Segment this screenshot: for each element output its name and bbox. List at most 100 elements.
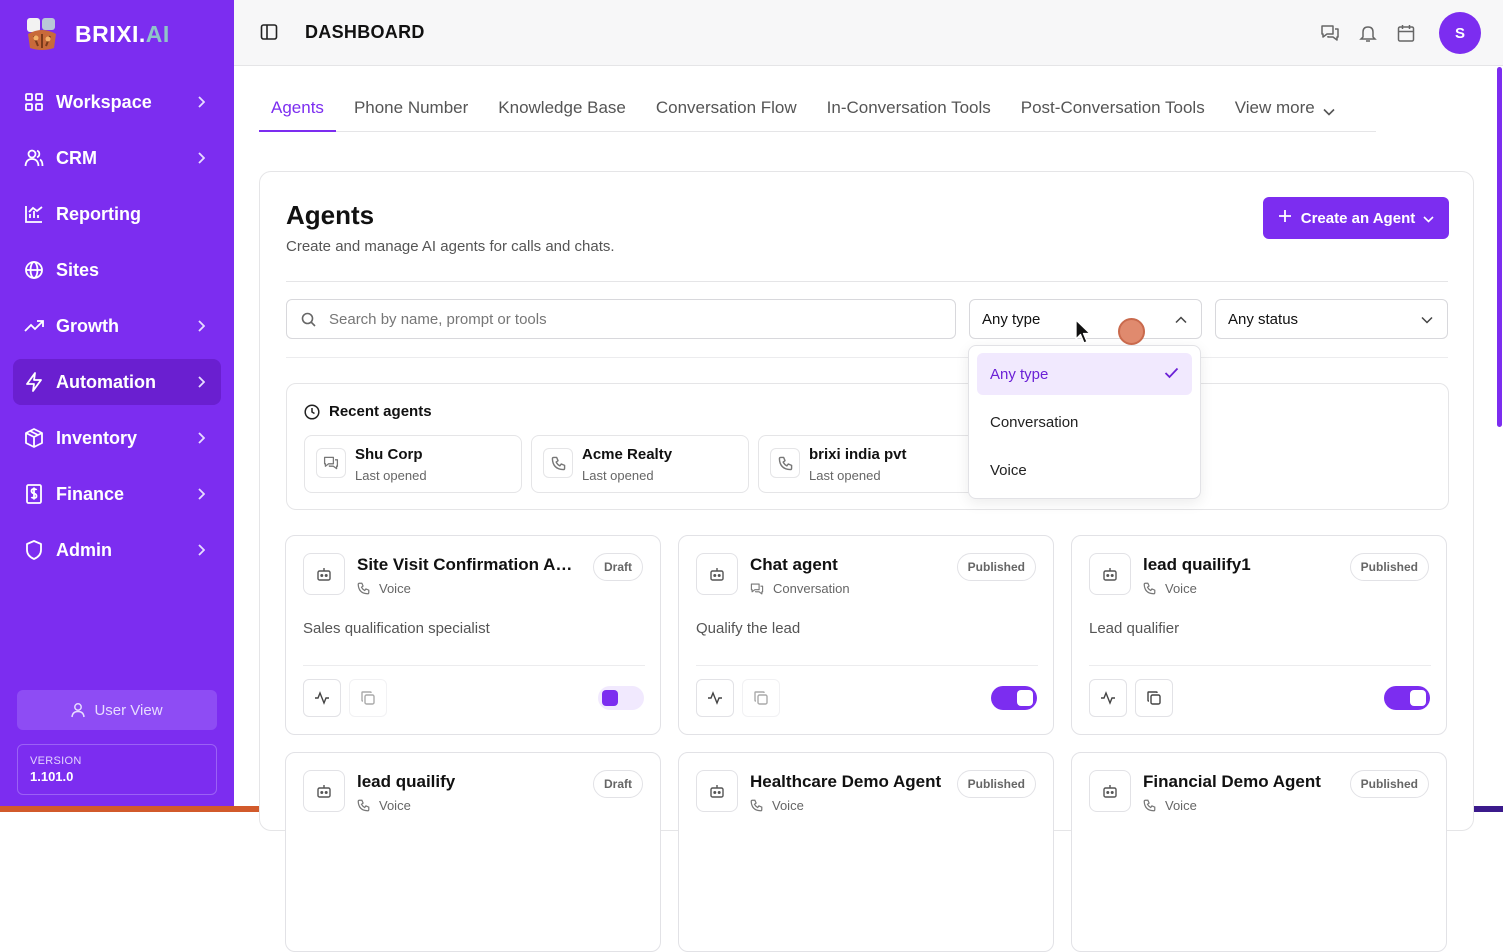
agent-card[interactable]: lead quailify Voice Draft bbox=[285, 752, 661, 952]
agent-type: Voice bbox=[1143, 798, 1197, 813]
sidebar-item-admin[interactable]: Admin bbox=[13, 527, 221, 573]
tab-conversation-flow[interactable]: Conversation Flow bbox=[644, 88, 809, 132]
section-title: Agents bbox=[286, 200, 375, 230]
agent-type: Voice bbox=[750, 798, 804, 813]
recent-agent-card[interactable]: Shu Corp Last opened bbox=[304, 435, 522, 493]
sidebar-item-reporting[interactable]: Reporting bbox=[13, 191, 221, 237]
user-view-button[interactable]: User View bbox=[17, 690, 217, 730]
sidebar-item-label: Automation bbox=[56, 371, 156, 392]
analytics-button[interactable] bbox=[696, 679, 734, 717]
chart-icon bbox=[23, 203, 45, 225]
grid-icon bbox=[23, 91, 45, 113]
chevron-right-icon bbox=[191, 96, 211, 108]
section-subtitle: Create and manage AI agents for calls an… bbox=[286, 238, 615, 255]
chevron-right-icon bbox=[191, 376, 211, 388]
sidebar-item-label: CRM bbox=[56, 147, 97, 168]
tab-knowledge-base[interactable]: Knowledge Base bbox=[486, 88, 638, 132]
user-icon bbox=[71, 703, 86, 718]
dropdown-option-voice[interactable]: Voice bbox=[977, 449, 1192, 491]
tab-view-more[interactable]: View more bbox=[1223, 88, 1347, 132]
copy-icon bbox=[1147, 691, 1161, 705]
analytics-button[interactable] bbox=[303, 679, 341, 717]
agent-enable-toggle[interactable] bbox=[1384, 686, 1430, 710]
activity-icon bbox=[1101, 691, 1115, 705]
status-badge: Published bbox=[1349, 553, 1429, 581]
page-title: DASHBOARD bbox=[305, 22, 425, 42]
click-indicator bbox=[1118, 318, 1145, 345]
mouse-cursor-icon bbox=[1075, 319, 1093, 350]
sidebar-item-workspace[interactable]: Workspace bbox=[13, 79, 221, 125]
bell-icon[interactable] bbox=[1349, 12, 1387, 54]
analytics-button[interactable] bbox=[1089, 679, 1127, 717]
agent-enable-toggle[interactable] bbox=[598, 686, 644, 710]
agent-card[interactable]: Financial Demo Agent Voice Published bbox=[1071, 752, 1447, 952]
plus-icon bbox=[1278, 209, 1292, 227]
sidebar-item-label: Inventory bbox=[56, 427, 138, 448]
sidebar-item-growth[interactable]: Growth bbox=[13, 303, 221, 349]
create-agent-button[interactable]: Create an Agent bbox=[1263, 197, 1449, 239]
dropdown-option-conversation[interactable]: Conversation bbox=[977, 401, 1192, 443]
brand-logo[interactable]: BRIXI.AI bbox=[24, 16, 170, 52]
avatar[interactable]: S bbox=[1439, 12, 1481, 54]
agent-card[interactable]: Chat agent Conversation Published Qualif… bbox=[678, 535, 1054, 735]
tab-agents[interactable]: Agents bbox=[259, 88, 336, 132]
chevron-down-icon bbox=[1423, 210, 1434, 227]
calendar-icon[interactable] bbox=[1387, 12, 1425, 54]
search-icon bbox=[301, 312, 316, 327]
activity-icon bbox=[708, 691, 722, 705]
tab-view-more-label: View more bbox=[1234, 98, 1315, 117]
recent-agent-sub: Last opened bbox=[355, 468, 427, 483]
recent-agent-card[interactable]: Acme Realty Last opened bbox=[531, 435, 749, 493]
recent-agent-card[interactable]: brixi india pvt Last opened bbox=[758, 435, 976, 493]
search-input[interactable] bbox=[329, 310, 889, 328]
bolt-icon bbox=[23, 371, 45, 393]
tab-phone-number[interactable]: Phone Number bbox=[342, 88, 480, 132]
recent-agent-sub: Last opened bbox=[582, 468, 654, 483]
agent-description: Qualify the lead bbox=[696, 620, 801, 637]
duplicate-button[interactable] bbox=[1135, 679, 1173, 717]
status-badge: Draft bbox=[592, 770, 643, 798]
chevron-right-icon bbox=[191, 320, 211, 332]
version-box: VERSION 1.101.0 bbox=[17, 744, 217, 795]
agent-description: Lead qualifier bbox=[1089, 620, 1180, 637]
tab-in-conversation-tools[interactable]: In-Conversation Tools bbox=[815, 88, 1003, 132]
trend-icon bbox=[23, 315, 45, 337]
sidebar-item-label: Reporting bbox=[56, 203, 141, 224]
agent-card[interactable]: Healthcare Demo Agent Voice Published bbox=[678, 752, 1054, 952]
search-box[interactable] bbox=[286, 299, 956, 339]
agent-description: Sales qualification specialist bbox=[303, 620, 490, 637]
agent-enable-toggle[interactable] bbox=[991, 686, 1037, 710]
sidebar-item-inventory[interactable]: Inventory bbox=[13, 415, 221, 461]
agent-name: lead quailify bbox=[357, 772, 456, 791]
chevron-down-icon bbox=[1323, 101, 1335, 121]
status-filter-select[interactable]: Any status bbox=[1215, 299, 1448, 339]
status-badge: Published bbox=[1349, 770, 1429, 798]
scrollbar[interactable] bbox=[1497, 67, 1502, 427]
sidebar-item-finance[interactable]: Finance bbox=[13, 471, 221, 517]
agent-name: Financial Demo Agent bbox=[1143, 772, 1321, 791]
bot-icon bbox=[303, 770, 345, 812]
tab-post-conversation-tools[interactable]: Post-Conversation Tools bbox=[1009, 88, 1217, 132]
sidebar-item-crm[interactable]: CRM bbox=[13, 135, 221, 181]
phone-icon bbox=[1143, 799, 1156, 812]
phone-icon bbox=[750, 799, 763, 812]
sidebar-item-label: Admin bbox=[56, 539, 112, 560]
chat-icon[interactable] bbox=[1311, 12, 1349, 54]
duplicate-button[interactable] bbox=[349, 679, 387, 717]
duplicate-button[interactable] bbox=[742, 679, 780, 717]
version-label: VERSION bbox=[30, 755, 82, 767]
check-icon bbox=[1164, 366, 1179, 383]
chevron-right-icon bbox=[191, 432, 211, 444]
agent-card[interactable]: lead quailify1 Voice Published Lead qual… bbox=[1071, 535, 1447, 735]
sidebar-item-sites[interactable]: Sites bbox=[13, 247, 221, 293]
version-value: 1.101.0 bbox=[30, 769, 74, 784]
status-badge: Published bbox=[956, 770, 1036, 798]
status-badge: Draft bbox=[592, 553, 643, 581]
agent-card[interactable]: Site Visit Confirmation Ag... Voice Draf… bbox=[285, 535, 661, 735]
dropdown-option-any-type[interactable]: Any type bbox=[977, 353, 1192, 395]
create-agent-label: Create an Agent bbox=[1300, 209, 1416, 227]
sidebar-toggle-icon[interactable] bbox=[260, 23, 278, 46]
sidebar-item-automation[interactable]: Automation bbox=[13, 359, 221, 405]
chevron-right-icon bbox=[191, 544, 211, 556]
bot-icon bbox=[1089, 553, 1131, 595]
